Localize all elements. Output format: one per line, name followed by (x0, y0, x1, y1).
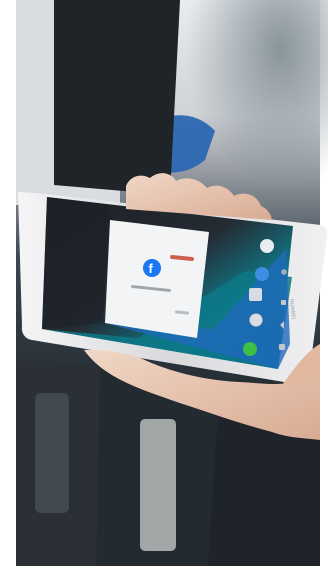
phone-icon[interactable] (281, 269, 287, 275)
scene-photo: f HUAWEI (0, 0, 328, 575)
circle-icon[interactable] (260, 239, 274, 253)
photo-frame: f HUAWEI (0, 0, 328, 575)
settings-icon[interactable] (249, 313, 263, 327)
blur-light-panel-2 (35, 393, 69, 513)
screen-left-dark (42, 197, 110, 329)
chrome-like-icon[interactable] (255, 267, 269, 281)
blur-light-panel (140, 419, 176, 551)
dots-icon[interactable] (243, 342, 257, 356)
left-white-border (0, 0, 16, 575)
background-dark-panel (54, 0, 180, 195)
dialog-card (105, 220, 209, 338)
bottom-white-border (0, 566, 328, 575)
facebook-icon-letter: f (149, 261, 154, 276)
square-icon[interactable] (279, 344, 285, 350)
grid-icon[interactable] (249, 288, 262, 301)
home-icon[interactable] (281, 300, 286, 305)
